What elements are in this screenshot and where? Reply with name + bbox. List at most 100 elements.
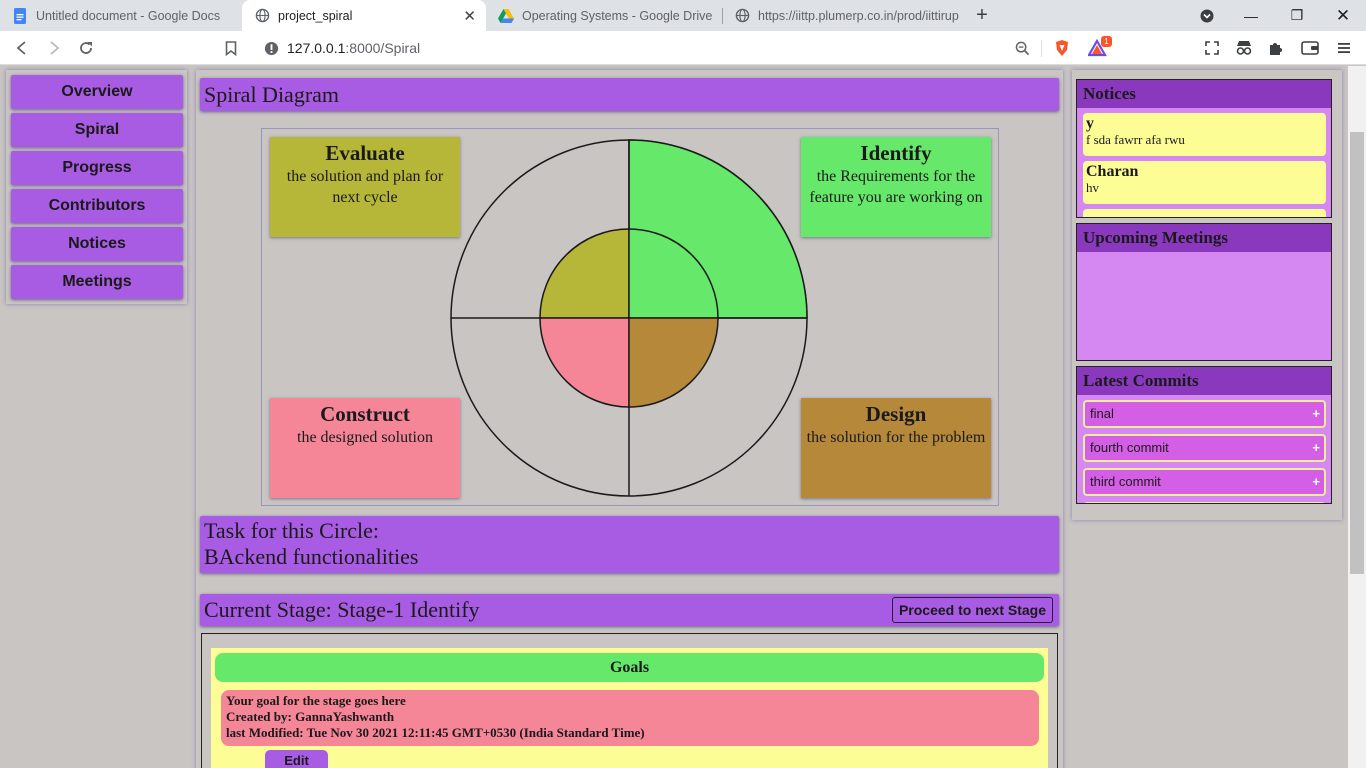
page: Overview Spiral Progress Contributors No… [0, 66, 1366, 768]
tab-title: project_spiral [278, 8, 353, 23]
nav-progress[interactable]: Progress [11, 151, 183, 185]
edit-goal-button[interactable]: Edit [265, 750, 328, 768]
info-icon[interactable] [259, 36, 283, 60]
notice-body: hv [1086, 180, 1099, 195]
quadrant-title: Construct [320, 402, 410, 426]
brave-shield-icon[interactable] [1050, 36, 1074, 60]
current-stage-bar: Current Stage: Stage-1 Identify Proceed … [200, 594, 1059, 626]
new-tab-button[interactable]: + [970, 3, 994, 27]
address-bar[interactable]: 127.0.0.1:8000/Spiral [287, 40, 420, 56]
commits-title: Latest Commits [1077, 367, 1331, 395]
toolbar-divider [1041, 40, 1042, 57]
commit-message: fourth commit [1090, 440, 1169, 455]
nav-spiral[interactable]: Spiral [11, 113, 183, 147]
close-window-button[interactable]: ✕ [1320, 0, 1366, 31]
quadrant-title: Evaluate [325, 141, 405, 165]
meetings-title: Upcoming Meetings [1077, 224, 1331, 252]
google-docs-icon [12, 7, 28, 24]
google-drive-icon [498, 8, 514, 24]
browser-tab-bar: Untitled document - Google Docs project_… [0, 0, 1366, 31]
tab-iittp[interactable]: https://iittp.plumerp.co.in/prod/iittiru… [722, 0, 960, 31]
quadrant-identify: Identify the Requirements for the featur… [801, 137, 991, 237]
page-scrollbar[interactable] [1348, 66, 1366, 768]
commits-panel[interactable]: Latest Commits final + fourth commit + t… [1076, 366, 1332, 504]
spiral-diagram: Evaluate the solution and plan for next … [261, 128, 999, 506]
nav-overview[interactable]: Overview [11, 75, 183, 109]
main-content: Spiral Diagram Evaluate the solution and… [196, 70, 1063, 768]
proceed-next-stage-button[interactable]: Proceed to next Stage [891, 597, 1053, 623]
quadrant-design: Design the solution for the problem [801, 398, 991, 498]
quadrant-description: the Requirements for the feature you are… [809, 168, 983, 206]
task-value: BAckend functionalities [204, 544, 419, 569]
notice-body: f sda fawrr afa rwu [1086, 132, 1185, 147]
maximize-button[interactable]: ❐ [1274, 0, 1320, 31]
expand-icon[interactable]: + [1312, 470, 1320, 494]
left-nav: Overview Spiral Progress Contributors No… [6, 70, 187, 304]
reload-icon[interactable] [74, 36, 98, 60]
goal-last-modified: last Modified: Tue Nov 30 2021 12:11:45 … [226, 725, 645, 740]
globe-icon [254, 8, 270, 24]
quadrant-evaluate: Evaluate the solution and plan for next … [270, 137, 460, 237]
expand-icon[interactable]: + [1312, 436, 1320, 460]
quadrant-title: Identify [860, 141, 932, 165]
task-label: Task for this Circle: [204, 518, 380, 543]
menu-icon[interactable] [1332, 36, 1356, 60]
tab-google-drive[interactable]: Operating Systems - Google Drive [486, 0, 722, 31]
goals-inner: Goals Your goal for the stage goes here … [211, 648, 1048, 768]
notices-title: Notices [1077, 80, 1331, 108]
bookmark-icon[interactable] [219, 36, 243, 60]
commit-message: third commit [1090, 474, 1161, 489]
tab-title: Operating Systems - Google Drive [522, 8, 713, 23]
goals-panel: Goals Your goal for the stage goes here … [201, 633, 1058, 768]
current-stage-label: Current Stage: Stage-1 Identify [204, 597, 480, 622]
scrollbar-thumb[interactable] [1350, 132, 1364, 574]
notice-title: y [1086, 115, 1094, 132]
zoom-icon[interactable] [1010, 36, 1034, 60]
nav-contributors[interactable]: Contributors [11, 189, 183, 223]
notice-item-partial [1083, 209, 1326, 217]
tab-title: Untitled document - Google Docs [36, 8, 221, 23]
globe-icon [734, 8, 750, 24]
quadrant-description: the designed solution [297, 429, 433, 446]
commit-item[interactable]: final + [1083, 400, 1326, 428]
profile-incognito-icon[interactable] [1232, 36, 1256, 60]
forward-icon[interactable] [42, 36, 66, 60]
right-sidebar: Notices y f sda fawrr afa rwu Charan hv … [1072, 70, 1342, 520]
back-icon[interactable] [10, 36, 34, 60]
goal-card: Your goal for the stage goes here Create… [221, 690, 1039, 746]
quadrant-description: the solution for the problem [806, 429, 986, 446]
tab-google-docs[interactable]: Untitled document - Google Docs [0, 0, 242, 31]
rewards-badge: 1 [1101, 36, 1112, 47]
notice-item: Charan hv [1083, 161, 1326, 204]
extensions-icon[interactable] [1264, 36, 1288, 60]
tab-project-spiral[interactable]: project_spiral ✕ [242, 0, 486, 31]
expand-icon[interactable]: + [1312, 402, 1320, 426]
goals-header: Goals [215, 653, 1044, 682]
notices-panel[interactable]: Notices y f sda fawrr afa rwu Charan hv [1076, 79, 1332, 218]
browser-toolbar: 127.0.0.1:8000/Spiral 1 [0, 31, 1366, 65]
minimize-button[interactable]: — [1228, 0, 1274, 31]
url-host: 127.0.0.1 [287, 40, 346, 56]
commit-item-partial [1083, 502, 1326, 503]
tab-title: https://iittp.plumerp.co.in/prod/iittiru… [758, 8, 959, 23]
quadrant-construct: Construct the designed solution [270, 398, 460, 498]
commit-item[interactable]: third commit + [1083, 468, 1326, 496]
notice-title: Charan [1086, 163, 1139, 180]
commit-item[interactable]: fourth commit + [1083, 434, 1326, 462]
notice-item: y f sda fawrr afa rwu [1083, 113, 1326, 156]
wallet-icon[interactable] [1298, 36, 1322, 60]
url-path: :8000/Spiral [345, 40, 421, 56]
brave-rewards-icon[interactable]: 1 [1086, 36, 1112, 60]
goal-created-by: Created by: GannaYashwanth [226, 709, 395, 724]
nav-meetings[interactable]: Meetings [11, 265, 183, 299]
close-tab-icon[interactable]: ✕ [463, 7, 476, 25]
goal-text: Your goal for the stage goes here [226, 693, 406, 708]
nav-notices[interactable]: Notices [11, 227, 183, 261]
tab-search-button[interactable] [1184, 0, 1230, 31]
fullscreen-icon[interactable] [1200, 36, 1224, 60]
quadrant-description: the solution and plan for next cycle [286, 168, 444, 206]
spiral-title: Spiral Diagram [200, 78, 1059, 111]
task-panel: Task for this Circle: BAckend functional… [200, 516, 1059, 573]
meetings-panel: Upcoming Meetings [1076, 223, 1332, 361]
commit-message: final [1090, 406, 1114, 421]
